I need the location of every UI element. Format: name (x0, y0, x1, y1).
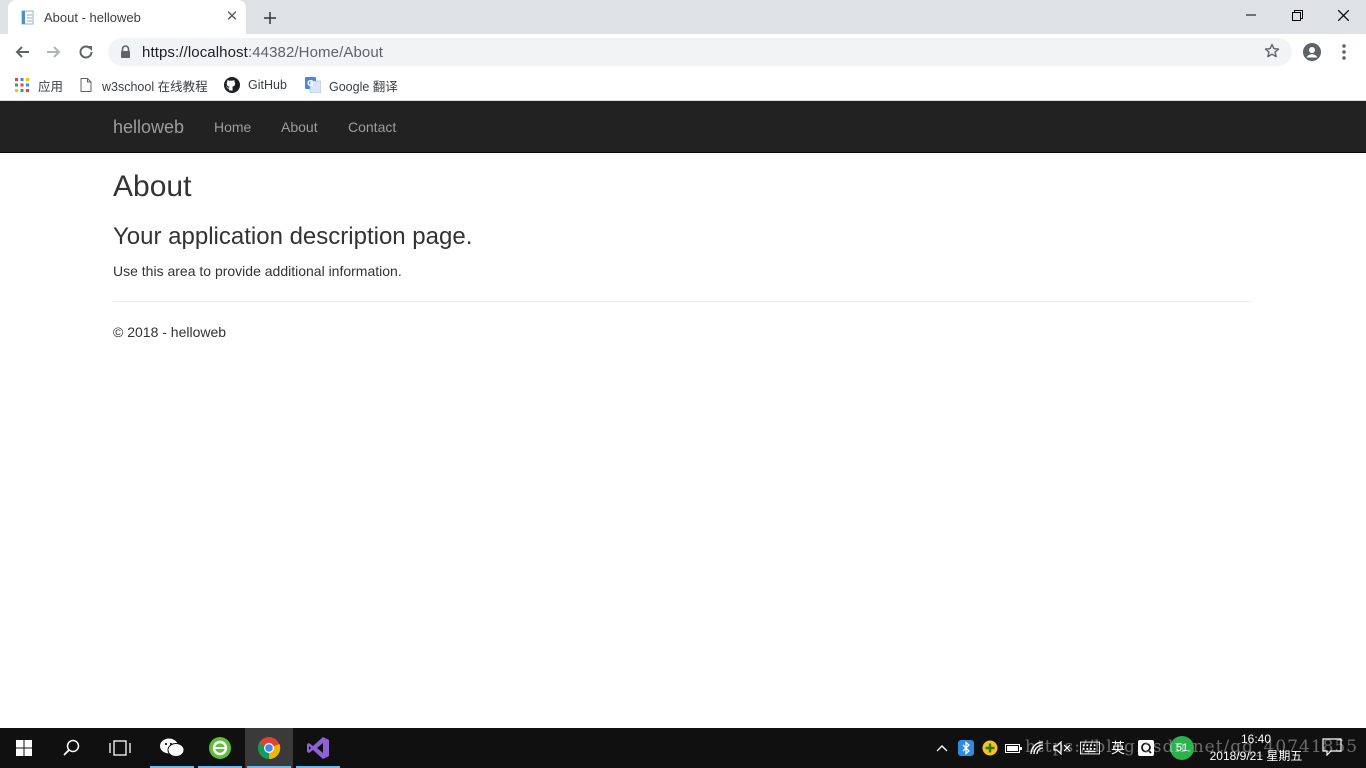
plus-icon (264, 12, 276, 24)
bookmark-github[interactable]: GitHub (224, 76, 287, 94)
browser-tab[interactable]: About - helloweb ✕ (8, 0, 246, 34)
page-subtitle: Your application description page. (113, 223, 473, 250)
bookmark-label: 应用 (38, 79, 64, 94)
restore-icon (1291, 9, 1303, 21)
tray-app-yellow[interactable] (980, 738, 1000, 758)
tray-bluetooth[interactable] (956, 738, 976, 758)
forward-arrow-icon (47, 46, 61, 58)
tab-strip: About - helloweb ✕ (0, 0, 1366, 34)
footer-divider (113, 301, 1253, 302)
bookmark-label: Google 翻译 (329, 79, 398, 94)
bookmark-label: GitHub (248, 78, 287, 92)
action-center-button[interactable] (1322, 738, 1344, 758)
page-title: About (113, 170, 192, 203)
start-button[interactable] (0, 728, 48, 768)
clock-date: 2018/9/21 星期五 (1209, 749, 1303, 763)
csdn-watermark: https://blog.csdn.net/qq_40741855 (1025, 737, 1359, 757)
taskbar-clock[interactable]: 16:40 2018/9/21 星期五 (1206, 731, 1306, 765)
forward-button[interactable] (40, 38, 68, 66)
close-icon (1337, 9, 1349, 21)
windows-taskbar: 英 51 https://blog.csdn.net/qq_40741855 1… (0, 728, 1366, 768)
task-view-button[interactable] (96, 728, 144, 768)
close-window-button[interactable] (1320, 0, 1366, 30)
site-navbar: helloweb Home About Contact (0, 101, 1366, 153)
document-favicon-icon (21, 10, 34, 25)
bookmark-star-icon[interactable] (1264, 43, 1280, 59)
address-bar[interactable]: https://localhost:44382/Home/About (108, 38, 1292, 66)
tray-battery[interactable] (1004, 738, 1024, 758)
bookmark-apps[interactable]: 应用 (14, 76, 63, 94)
browser-toolbar: https://localhost:44382/Home/About (0, 34, 1366, 70)
reload-icon (79, 45, 93, 59)
windows-logo-icon (16, 740, 32, 756)
nav-link-about[interactable]: About (281, 119, 318, 135)
url-path: :44382/Home/About (247, 44, 384, 61)
back-button[interactable] (8, 38, 36, 66)
page-icon (78, 77, 94, 93)
minimize-button[interactable] (1228, 0, 1274, 30)
bookmarks-bar: 应用 w3school 在线教程 GitHub G Google 翻译 (0, 70, 1366, 101)
clock-time: 16:40 (1240, 732, 1272, 746)
close-tab-icon[interactable]: ✕ (224, 9, 240, 25)
tab-title: About - helloweb (44, 10, 141, 25)
lock-icon (121, 45, 130, 58)
apps-grid-icon (14, 77, 30, 93)
site-footer: © 2018 - helloweb (113, 324, 227, 340)
restore-button[interactable] (1274, 0, 1320, 30)
taskbar-app-green[interactable] (196, 728, 244, 768)
url-text: https://localhost:44382/Home/About (142, 44, 383, 61)
green-app-icon (209, 737, 231, 759)
visual-studio-icon (307, 737, 329, 759)
github-icon (224, 77, 240, 93)
minimize-icon (1246, 14, 1256, 16)
bookmark-w3school[interactable]: w3school 在线教程 (78, 76, 208, 94)
search-button[interactable] (48, 728, 96, 768)
show-hidden-icons-button[interactable] (932, 738, 952, 758)
chrome-icon (257, 737, 281, 760)
chevron-up-icon (936, 745, 948, 752)
profile-button[interactable] (1298, 38, 1326, 66)
bluetooth-tray-icon (958, 740, 974, 756)
page-body-text: Use this area to provide additional info… (113, 263, 402, 279)
reload-button[interactable] (72, 38, 100, 66)
taskbar-app-chrome[interactable] (245, 728, 293, 768)
web-page: helloweb Home About Contact About Your a… (0, 101, 1366, 728)
url-host: https://localhost (142, 44, 248, 61)
battery-icon (1005, 744, 1022, 753)
browser-menu-button[interactable] (1330, 38, 1358, 66)
search-icon (63, 739, 80, 756)
google-translate-icon: G (305, 77, 321, 93)
kebab-menu-icon (1342, 44, 1346, 60)
wechat-icon (160, 738, 185, 757)
nav-link-contact[interactable]: Contact (348, 119, 396, 135)
nav-link-home[interactable]: Home (214, 119, 251, 135)
task-view-icon (109, 740, 131, 756)
taskbar-app-visual-studio[interactable] (294, 728, 342, 768)
bookmark-google-translate[interactable]: G Google 翻译 (305, 76, 398, 94)
taskbar-app-wechat[interactable] (148, 728, 196, 768)
back-arrow-icon (15, 46, 29, 58)
site-brand-link[interactable]: helloweb (113, 117, 184, 138)
yellow-plus-tray-icon (982, 740, 998, 756)
notification-icon (1322, 738, 1342, 757)
new-tab-button[interactable] (259, 7, 281, 29)
svg-text:G: G (307, 79, 314, 88)
account-circle-icon (1303, 43, 1321, 61)
bookmark-label: w3school 在线教程 (102, 79, 208, 94)
